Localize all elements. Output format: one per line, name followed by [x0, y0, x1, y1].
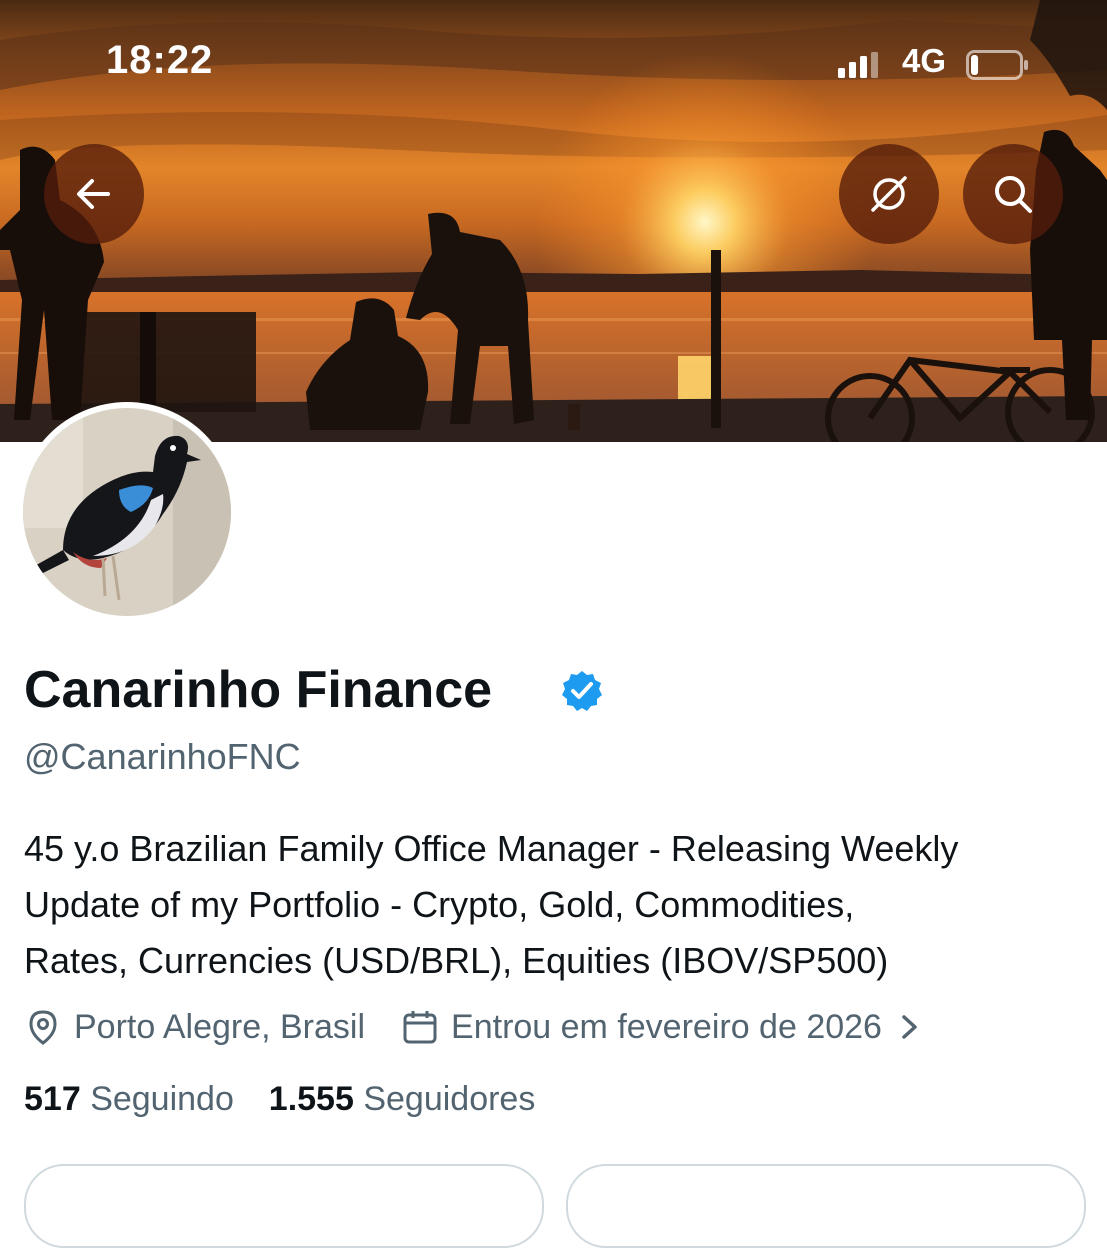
profile-action-button-left[interactable] — [24, 1164, 544, 1248]
followers-count: 1.555 — [268, 1080, 354, 1118]
notifications-button[interactable] — [839, 144, 939, 244]
avatar[interactable] — [17, 402, 237, 622]
arrow-left-icon — [77, 179, 110, 209]
verified-badge-icon[interactable] — [560, 669, 604, 713]
calendar-icon — [403, 1011, 437, 1044]
followers-label: Seguidores — [363, 1080, 536, 1118]
signal-bars-icon — [838, 52, 878, 78]
chevron-right-icon[interactable] — [896, 1012, 922, 1042]
battery-low-icon — [966, 50, 1028, 80]
display-name: Canarinho Finance — [24, 661, 493, 719]
bio-line: Rates, Currencies (USD/BRL), Equities (I… — [24, 940, 889, 981]
profile-meta-row: Porto Alegre, Brasil Entrou em fevereiro… — [24, 1002, 922, 1052]
joined-date-link[interactable]: Entrou em fevereiro de 2026 — [451, 1008, 882, 1047]
bio-line: Update of my Portfolio - Crypto, Gold, C… — [24, 884, 855, 925]
following-link[interactable]: 517 Seguindo — [24, 1080, 243, 1118]
location-pin-icon — [29, 1010, 57, 1045]
followers-link[interactable]: 1.555 Seguidores — [269, 1080, 536, 1118]
search-button[interactable] — [963, 144, 1063, 244]
status-time: 18:22 — [106, 38, 214, 82]
search-icon — [995, 176, 1032, 213]
location-text: Porto Alegre, Brasil — [74, 1007, 366, 1046]
network-type: 4G — [902, 42, 947, 79]
following-count: 517 — [24, 1080, 81, 1118]
bio: 45 y.o Brazilian Family Office Manager -… — [24, 821, 1094, 989]
bell-slash-icon — [871, 176, 907, 212]
bio-line: 45 y.o Brazilian Family Office Manager -… — [24, 828, 959, 869]
following-label: Seguindo — [90, 1080, 234, 1118]
avatar-bird-image — [23, 408, 231, 616]
profile-action-button-right[interactable] — [566, 1164, 1086, 1248]
follow-stats: 517 Seguindo 1.555 Seguidores — [24, 1080, 535, 1119]
back-button[interactable] — [44, 144, 144, 244]
handle: @CanarinhoFNC — [24, 736, 301, 777]
